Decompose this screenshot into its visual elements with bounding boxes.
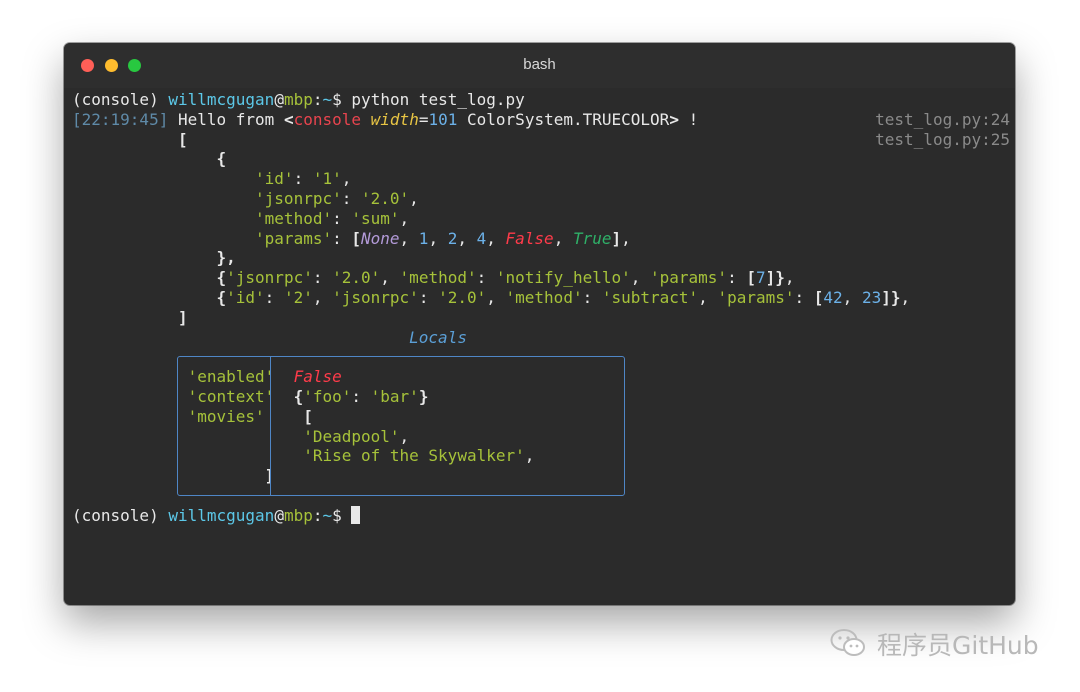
log-attr: width [370,109,419,129]
locals-table-border [177,356,625,496]
json-key: 'jsonrpc' [332,287,419,307]
prompt-symbol: $ [332,505,342,525]
command-line: (console) willmcgugan@mbp:~$ python test… [72,90,1015,110]
json-value: 'subtract' [601,287,699,307]
json-key: 'id' [255,169,294,189]
prompt-user: willmcgugan [168,90,275,109]
json-value: '2.0' [332,268,381,288]
json-open-brace: { [216,149,227,169]
json-value: '2.0' [361,188,410,208]
command-text: python test_log.py [351,90,525,109]
json-value: 'notify_hello' [495,268,631,288]
prompt-path: ~ [322,90,333,109]
json-value: '2.0' [438,287,487,307]
prompt-sep: : [312,505,323,525]
json-key: 'method' [399,268,477,288]
json-line: 'method': 'sum', [255,208,410,228]
prompt-line[interactable]: (console) willmcgugan@mbp:~$ [72,505,1015,526]
json-line: 'params': [None, 1, 2, 4, False, True], [255,228,631,248]
prompt-host: mbp [283,90,313,109]
prompt-env: (console) [72,505,159,525]
json-key: 'id' [226,287,265,307]
prompt-user: willmcgugan [168,505,275,525]
log-width-value: 101 [428,109,458,129]
prompt-at: @ [274,90,284,109]
json-line: 'id': '1', [255,169,352,189]
json-line: ] [72,308,1015,328]
log-bang: ! [688,109,699,129]
log-line-hello: [22:19:45] Hello from <console width=101… [72,110,1015,130]
wechat-icon [830,629,865,656]
json-key: 'method' [505,287,583,307]
prompt-env: (console) [72,90,159,109]
terminal-window: bash (console) willmcgugan@mbp:~$ python… [64,43,1015,605]
json-key: 'jsonrpc' [255,188,342,208]
log-gt: > [669,109,679,129]
prompt-symbol: $ [332,90,342,109]
json-number: 7 [755,268,766,288]
log-source-2: test_log.py:25 [875,129,1010,149]
json-line: {'id': '2', 'jsonrpc': '2.0', 'method': … [216,287,911,307]
json-close-bracket: ] [177,307,188,327]
json-key: 'method' [255,208,333,228]
locals-title-line: Locals [72,328,1015,348]
text-cursor[interactable] [351,505,361,524]
json-line: { [72,149,1015,169]
prompt-sep: : [312,90,323,109]
json-number: 42 [823,287,843,307]
log-message: Hello from [177,109,275,129]
title-bar: bash [64,43,1015,88]
json-value: 'sum' [351,208,400,228]
json-none: None [361,228,400,248]
json-line: [ test_log.py:25 [72,130,1015,150]
json-line: {'jsonrpc': '2.0', 'method': 'notify_hel… [216,268,795,288]
log-object: console [293,109,362,129]
json-line: }, [72,248,1015,268]
locals-table-divider [270,357,271,495]
log-timestamp: [22:19:45] [72,109,169,129]
locals-title: Locals [409,327,467,347]
log-lt: < [283,109,294,129]
json-key: 'params' [255,228,333,248]
prompt-path: ~ [322,505,333,525]
json-open-bracket: [ [177,129,188,149]
json-value: '1' [312,169,342,189]
json-close-brace: }, [216,248,236,268]
prompt-at: @ [274,505,284,525]
watermark-text: 程序员GitHub [877,631,1039,660]
prompt-host: mbp [283,505,313,525]
json-value: '2' [283,287,313,307]
json-key: 'jsonrpc' [226,268,313,288]
window-title: bash [523,56,556,73]
json-key: 'params' [650,268,728,288]
json-number: 1 [418,228,429,248]
log-source-1: test_log.py:24 [875,109,1010,129]
json-number: 4 [476,228,487,248]
log-colorsystem: ColorSystem.TRUECOLOR [467,109,670,129]
json-false: False [505,228,554,248]
json-line: 'jsonrpc': '2.0', [255,188,419,208]
json-number: 2 [447,228,458,248]
json-key: 'params' [717,287,795,307]
json-true: True [572,228,612,248]
json-number: 23 [861,287,882,307]
